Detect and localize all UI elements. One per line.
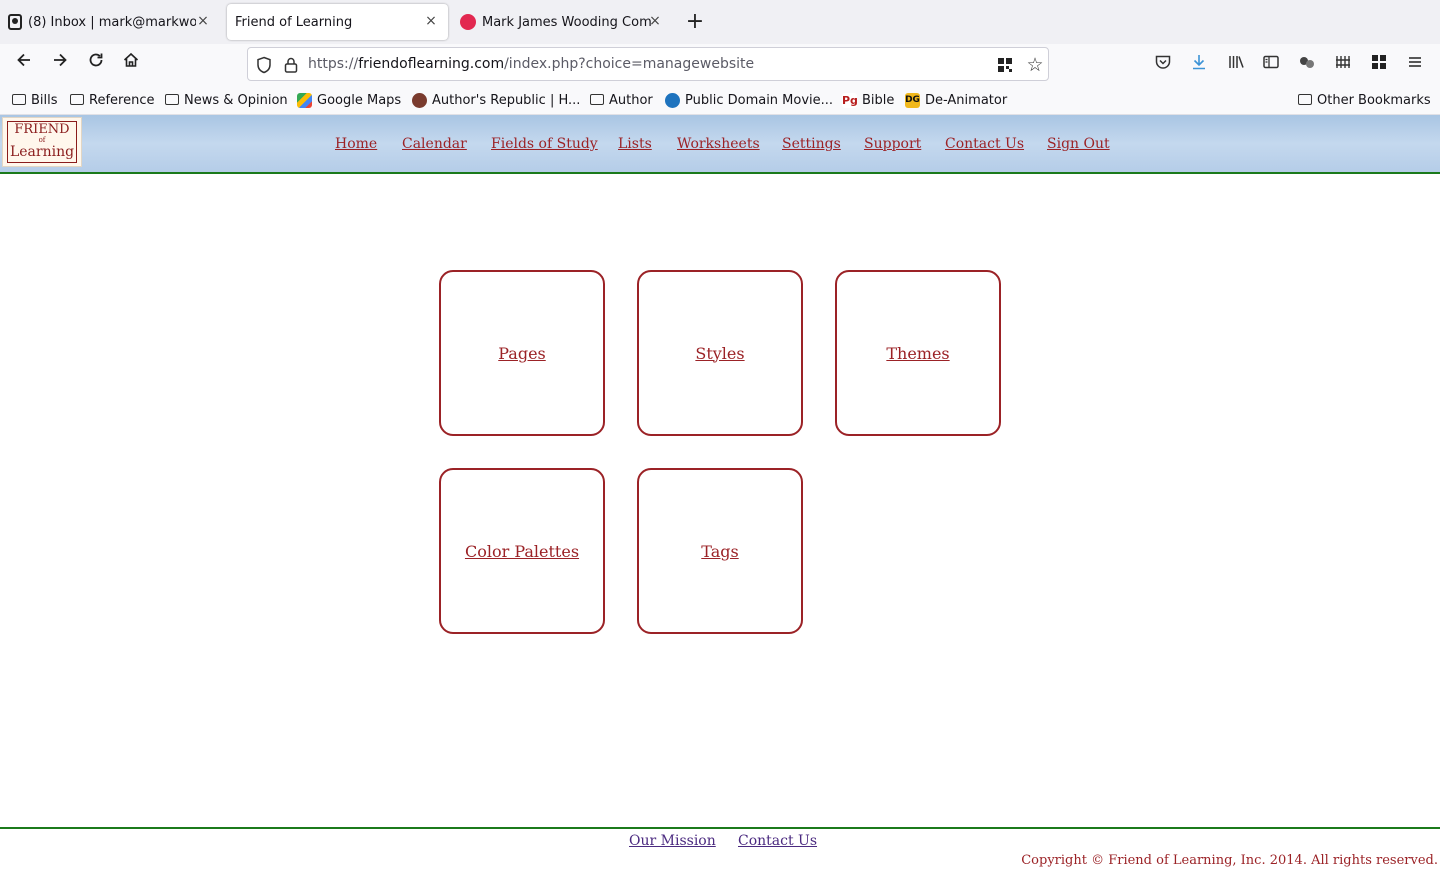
nav-worksheets[interactable]: Worksheets bbox=[677, 136, 760, 152]
bookmark-label: Public Domain Movie... bbox=[685, 92, 834, 108]
close-tab-icon[interactable]: × bbox=[422, 12, 440, 30]
arrow-right-icon bbox=[54, 53, 67, 67]
close-tab-icon[interactable]: × bbox=[194, 12, 212, 30]
navigation-toolbar: https://friendoflearning.com/index.php?c… bbox=[0, 44, 1440, 84]
sidebar-icon[interactable] bbox=[1260, 53, 1282, 75]
bookmark-bible[interactable]: Pg Bible bbox=[842, 91, 894, 109]
footer-contact-us[interactable]: Contact Us bbox=[738, 833, 817, 849]
bible-icon: Pg bbox=[842, 92, 858, 108]
main-nav: Home Calendar Fields of Study Lists Work… bbox=[0, 136, 1440, 156]
bookmark-label: Other Bookmarks bbox=[1317, 92, 1431, 108]
tab-title: (8) Inbox | mark@markwo bbox=[28, 14, 196, 30]
tile-styles-link[interactable]: Styles bbox=[695, 344, 744, 363]
footer-divider bbox=[0, 827, 1440, 829]
bookmark-google-maps[interactable]: Google Maps bbox=[297, 91, 401, 109]
maps-icon bbox=[297, 92, 312, 108]
bookmark-bills[interactable]: Bills bbox=[12, 91, 58, 109]
logo-line-friend: FRIEND bbox=[14, 122, 70, 137]
reload-button[interactable] bbox=[82, 50, 110, 78]
bookmark-authors-republic[interactable]: Author's Republic | H... bbox=[412, 91, 580, 109]
nav-calendar[interactable]: Calendar bbox=[402, 136, 467, 152]
tile-pages[interactable]: Pages bbox=[439, 270, 605, 436]
copyright-notice: Copyright © Friend of Learning, Inc. 201… bbox=[1021, 853, 1438, 868]
lock-icon[interactable] bbox=[284, 56, 298, 74]
nav-settings[interactable]: Settings bbox=[782, 136, 841, 152]
browser-tab-bar: (8) Inbox | mark@markwo × Friend of Lear… bbox=[0, 0, 1440, 44]
nav-fields-of-study[interactable]: Fields of Study bbox=[491, 136, 598, 152]
footer-our-mission[interactable]: Our Mission bbox=[629, 833, 716, 849]
folder-icon bbox=[165, 93, 179, 105]
bookmark-label: Bible bbox=[862, 92, 895, 108]
nav-home[interactable]: Home bbox=[335, 136, 377, 152]
nav-support[interactable]: Support bbox=[864, 136, 921, 152]
tab-friend-of-learning[interactable]: Friend of Learning × bbox=[227, 4, 448, 40]
back-button[interactable] bbox=[10, 50, 38, 78]
url-path: /index.php?choice=managewebsite bbox=[504, 56, 755, 72]
qr-code-icon[interactable] bbox=[997, 57, 1013, 73]
bookmark-label: Bills bbox=[31, 92, 58, 108]
bookmark-label: Author's Republic | H... bbox=[432, 92, 581, 108]
bookmark-reference[interactable]: Reference bbox=[70, 91, 154, 109]
red-dot-icon bbox=[460, 14, 476, 30]
url-text[interactable]: https://friendoflearning.com/index.php?c… bbox=[308, 56, 754, 72]
bookmark-label: Reference bbox=[89, 92, 155, 108]
bookmark-de-animator[interactable]: DG De-Animator bbox=[905, 91, 1007, 109]
tab-title: Friend of Learning bbox=[235, 14, 353, 30]
folder-icon bbox=[70, 93, 84, 105]
bookmark-news-opinion[interactable]: News & Opinion bbox=[165, 91, 288, 109]
bookmark-label: Google Maps bbox=[317, 92, 402, 108]
hamburger-menu-icon[interactable] bbox=[1404, 53, 1426, 75]
folder-icon bbox=[12, 93, 26, 105]
new-tab-button[interactable]: + bbox=[684, 8, 706, 36]
tile-styles[interactable]: Styles bbox=[637, 270, 803, 436]
tile-color-palettes-link[interactable]: Color Palettes bbox=[465, 542, 579, 561]
tile-tags[interactable]: Tags bbox=[637, 468, 803, 634]
columns-extension-icon[interactable] bbox=[1332, 53, 1354, 75]
tile-themes-link[interactable]: Themes bbox=[886, 344, 949, 363]
bookmarks-toolbar: Bills Reference News & Opinion Google Ma… bbox=[0, 84, 1440, 115]
tile-color-palettes[interactable]: Color Palettes bbox=[439, 468, 605, 634]
bookmark-label: Author bbox=[609, 92, 653, 108]
nav-contact-us[interactable]: Contact Us bbox=[945, 136, 1024, 152]
extension-icon[interactable] bbox=[1296, 53, 1318, 75]
tab-mark-james-wooding[interactable]: Mark James Wooding Com × bbox=[452, 4, 672, 40]
bookmark-label: News & Opinion bbox=[184, 92, 288, 108]
tile-themes[interactable]: Themes bbox=[835, 270, 1001, 436]
folder-icon bbox=[590, 93, 604, 105]
reload-icon bbox=[89, 53, 103, 67]
deanimator-icon: DG bbox=[905, 92, 920, 108]
bookmark-other-bookmarks[interactable]: Other Bookmarks bbox=[1298, 91, 1431, 109]
forward-button[interactable] bbox=[46, 50, 74, 78]
url-bar[interactable]: https://friendoflearning.com/index.php?c… bbox=[247, 47, 1049, 81]
home-button[interactable] bbox=[117, 50, 145, 78]
tab-title: Mark James Wooding Com bbox=[482, 14, 652, 30]
url-prefix: https:// bbox=[308, 56, 359, 72]
apps-grid-icon[interactable] bbox=[1368, 53, 1390, 75]
folder-icon bbox=[1298, 93, 1312, 105]
home-icon bbox=[123, 52, 139, 67]
site-header: FRIEND of Learning Home Calendar Fields … bbox=[0, 115, 1440, 174]
mail-icon bbox=[8, 14, 22, 30]
bookmark-author[interactable]: Author bbox=[590, 91, 653, 109]
pocket-icon[interactable] bbox=[1152, 53, 1174, 75]
bookmark-star-icon[interactable]: ☆ bbox=[1024, 54, 1046, 76]
arrow-left-icon bbox=[17, 53, 30, 67]
downloads-icon[interactable] bbox=[1188, 53, 1210, 75]
bookmark-public-domain-movie[interactable]: Public Domain Movie... bbox=[665, 91, 833, 109]
drupal-icon bbox=[665, 92, 680, 108]
tile-pages-link[interactable]: Pages bbox=[498, 344, 546, 363]
nav-sign-out[interactable]: Sign Out bbox=[1047, 136, 1110, 152]
bookmark-label: De-Animator bbox=[925, 92, 1008, 108]
authors-republic-icon bbox=[412, 92, 427, 108]
tab-inbox[interactable]: (8) Inbox | mark@markwo × bbox=[0, 4, 220, 40]
shield-icon[interactable] bbox=[256, 56, 272, 74]
close-tab-icon[interactable]: × bbox=[646, 12, 664, 30]
tile-tags-link[interactable]: Tags bbox=[701, 542, 738, 561]
url-domain: friendoflearning.com bbox=[358, 56, 505, 72]
nav-lists[interactable]: Lists bbox=[618, 136, 652, 152]
library-icon[interactable] bbox=[1225, 53, 1247, 75]
